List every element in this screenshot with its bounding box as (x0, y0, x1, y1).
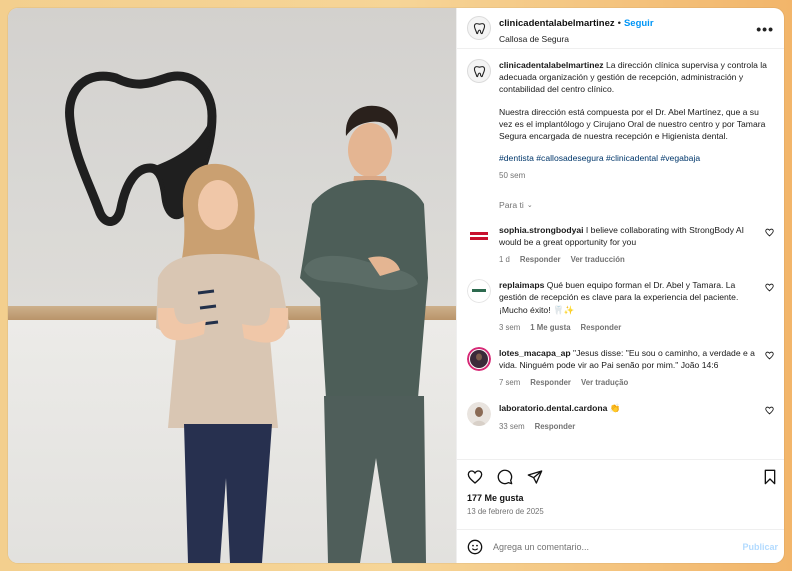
tooth-icon (473, 22, 485, 34)
comment-item: sophia.strongbodyai I believe collaborat… (467, 223, 774, 265)
heart-icon[interactable] (765, 283, 774, 292)
tooth-icon (473, 65, 485, 77)
caption-hashtags[interactable]: #dentista #callosadesegura #clinicadenta… (499, 152, 774, 164)
heart-icon[interactable] (765, 351, 774, 360)
caption-username[interactable]: clinicadentalabelmartinez (499, 60, 604, 70)
separator-dot: • (617, 17, 621, 29)
like-heart-icon[interactable] (467, 469, 483, 485)
comment-username[interactable]: laboratorio.dental.cardona (499, 403, 607, 413)
chevron-down-icon: ⌄ (526, 201, 533, 209)
comment-username[interactable]: sophia.strongbodyai (499, 225, 584, 235)
publish-button[interactable]: Publicar (742, 542, 778, 552)
translate-button[interactable]: Ver traducción (571, 255, 625, 264)
reply-button[interactable]: Responder (535, 422, 576, 431)
comment-likes[interactable]: 1 Me gusta (530, 323, 570, 332)
reply-button[interactable]: Responder (530, 378, 571, 387)
comments-scroll-area[interactable]: clinicadentalabelmartinez La dirección c… (457, 49, 784, 459)
woman-figure (156, 163, 290, 563)
comment-username[interactable]: replaimaps (499, 280, 544, 290)
post-actions-bar (457, 459, 784, 493)
comment-username[interactable]: lotes_macapa_ap (499, 348, 571, 358)
comment-time: 7 sem (499, 378, 521, 388)
add-comment-bar: Publicar (457, 529, 784, 563)
emoji-icon[interactable] (467, 539, 483, 555)
more-horizontal-icon[interactable]: ••• (756, 21, 774, 37)
heart-icon[interactable] (765, 406, 774, 415)
caption-text-2: Nuestra dirección está compuesta por el … (499, 106, 766, 142)
comment-text: 👏 (609, 403, 621, 414)
likes-count[interactable]: 177 Me gusta (457, 493, 784, 503)
comment-item: lotes_macapa_ap "Jesus disse: "Eu sou o … (467, 346, 774, 388)
profile-avatar[interactable] (467, 16, 491, 40)
post-date: 13 de febrero de 2025 (467, 507, 544, 516)
commenter-avatar[interactable] (467, 402, 491, 427)
comment-filter-dropdown[interactable]: Para ti ⌄ (499, 200, 774, 210)
post-side-panel: clinicadentalabelmartinez • Seguir Callosa… (456, 8, 784, 563)
follow-button[interactable]: Seguir (624, 18, 654, 29)
post-header: clinicadentalabelmartinez • Seguir Callosa… (457, 8, 784, 49)
post-location[interactable]: Callosa de Segura (499, 34, 654, 44)
comment-time: 33 sem (499, 421, 525, 431)
comment-input[interactable] (493, 541, 713, 552)
comment-item: replaimaps Qué buen equipo forman el Dr.… (467, 279, 774, 333)
reply-button[interactable]: Responder (520, 255, 561, 264)
commenter-avatar[interactable] (467, 279, 491, 304)
caption-avatar[interactable] (467, 59, 491, 83)
commenter-avatar[interactable] (467, 223, 491, 248)
post-author-username[interactable]: clinicadentalabelmartinez (499, 18, 615, 29)
photo-illustration (65, 71, 428, 563)
bookmark-icon[interactable] (762, 469, 778, 485)
comment-time: 3 sem (499, 322, 521, 332)
post-caption: clinicadentalabelmartinez La dirección c… (467, 59, 774, 182)
heart-icon[interactable] (765, 228, 774, 237)
share-paper-plane-icon[interactable] (527, 469, 543, 485)
comment-item: laboratorio.dental.cardona 👏 33 sem Respo… (467, 402, 774, 431)
post-photo (8, 8, 456, 563)
comment-bubble-icon[interactable] (497, 469, 513, 485)
comment-filter-label: Para ti (499, 199, 524, 210)
comment-time: 1 d (499, 255, 510, 265)
instagram-post-modal: clinicadentalabelmartinez • Seguir Callosa… (8, 8, 784, 563)
reply-button[interactable]: Responder (581, 323, 622, 332)
commenter-avatar[interactable] (467, 346, 491, 371)
caption-time: 50 sem (499, 171, 526, 181)
translate-button[interactable]: Ver tradução (581, 378, 628, 387)
man-figure (300, 105, 428, 563)
